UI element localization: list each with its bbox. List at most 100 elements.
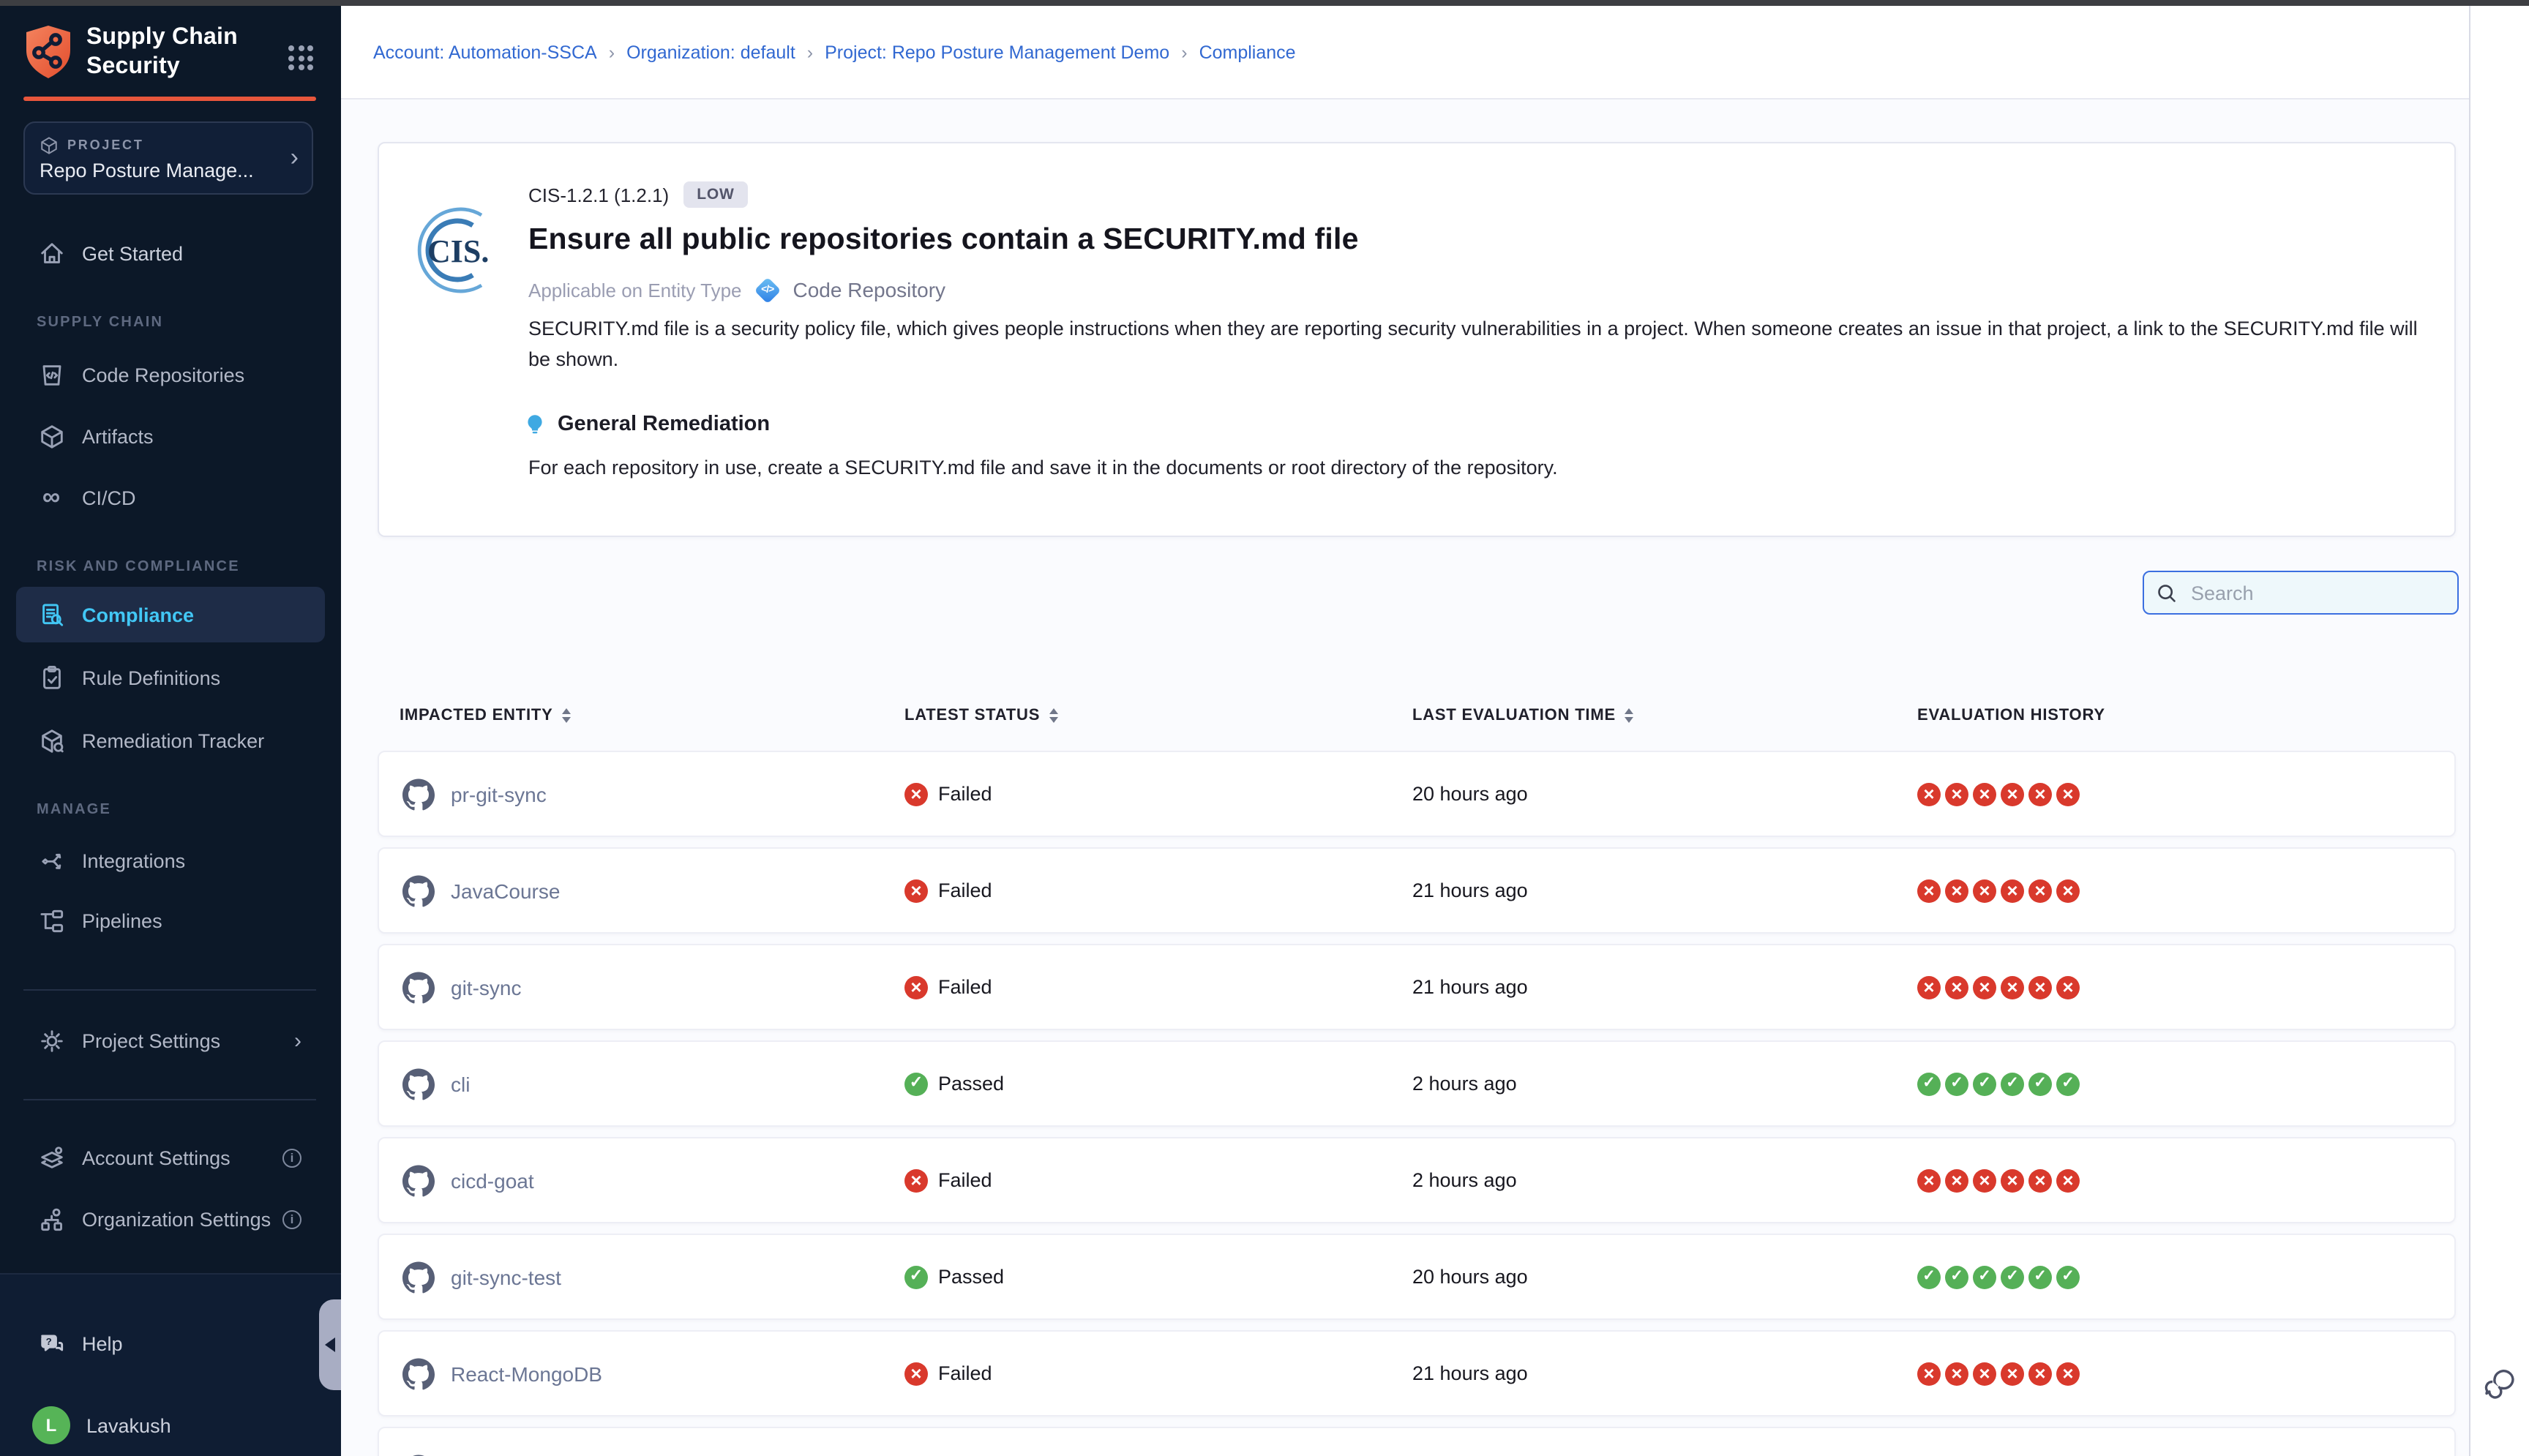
table-row[interactable]: pr-git-sync Failed 20 hours ago xyxy=(378,751,2456,837)
lightbulb-icon xyxy=(524,413,546,436)
sidebar-item-cicd[interactable]: ∞ CI/CD xyxy=(16,471,325,524)
failed-icon xyxy=(2028,1362,2052,1385)
collapse-arrow-icon xyxy=(325,1337,335,1352)
failed-icon xyxy=(1973,782,1996,806)
table-row[interactable]: React-MongoDB Failed 21 hours ago xyxy=(378,1330,2456,1416)
failed-icon xyxy=(1973,975,1996,999)
search-input[interactable] xyxy=(2188,580,2435,605)
last-evaluation-time: 21 hours ago xyxy=(1412,945,1528,1029)
entity-link[interactable]: git-sync xyxy=(451,975,521,999)
sidebar-item-compliance[interactable]: Compliance xyxy=(16,587,325,642)
rule-id: CIS-1.2.1 (1.2.1) xyxy=(528,184,669,206)
breadcrumb-organization[interactable]: Organization: default xyxy=(626,42,795,62)
rule-description: SECURITY.md file is a security policy fi… xyxy=(528,313,2425,375)
entity-link[interactable]: JavaCourse xyxy=(451,879,560,902)
info-icon[interactable]: i xyxy=(282,1148,301,1167)
failed-icon xyxy=(2001,1362,2024,1385)
sort-icon[interactable] xyxy=(562,708,571,723)
sidebar-item-pipelines[interactable]: Pipelines xyxy=(16,894,325,947)
rule-title: Ensure all public repositories contain a… xyxy=(528,222,1359,258)
entity-link[interactable]: cli xyxy=(451,1072,470,1095)
status-label: Failed xyxy=(938,976,992,998)
chevron-right-icon: › xyxy=(294,1028,301,1053)
failed-icon xyxy=(1917,1362,1941,1385)
column-header-impacted-entity[interactable]: IMPACTED ENTITY xyxy=(400,694,571,738)
svg-text:?: ? xyxy=(45,1335,51,1346)
failed-icon xyxy=(2028,1168,2052,1192)
failed-icon xyxy=(2056,1168,2080,1192)
user-menu[interactable]: L Lavakush xyxy=(16,1399,325,1452)
last-evaluation-time: 21 hours ago xyxy=(1412,849,1528,932)
info-icon[interactable]: i xyxy=(282,1209,301,1228)
sidebar-footer: ? Help L Lavakush xyxy=(0,1273,341,1456)
breadcrumb-account[interactable]: Account: Automation-SSCA xyxy=(373,42,597,62)
table-row[interactable]: git-sync-test Passed 20 hours ago xyxy=(378,1234,2456,1320)
passed-icon xyxy=(1945,1265,1968,1288)
user-name: Lavakush xyxy=(86,1414,171,1436)
passed-icon xyxy=(2028,1265,2052,1288)
entity-link[interactable]: cicd-goat xyxy=(451,1168,534,1192)
sidebar-item-artifacts[interactable]: Artifacts xyxy=(16,410,325,462)
column-header-latest-status[interactable]: LATEST STATUS xyxy=(904,694,1057,738)
failed-icon xyxy=(1973,1168,1996,1192)
sidebar-item-get-started[interactable]: Get Started xyxy=(16,227,325,279)
rule-card: CIS. CIS-1.2.1 (1.2.1) LOW Ensure all pu… xyxy=(378,142,2456,537)
failed-icon xyxy=(2056,975,2080,999)
table-row[interactable]: git-sync Failed 21 hours ago xyxy=(378,944,2456,1030)
sidebar-item-organization-settings[interactable]: Organization Settings i xyxy=(16,1193,325,1245)
failed-icon xyxy=(2056,782,2080,806)
module-switcher-icon[interactable] xyxy=(284,41,318,75)
clipboard-check-icon xyxy=(37,664,66,691)
search-icon xyxy=(2156,582,2178,604)
breadcrumb-separator: › xyxy=(609,42,615,62)
project-selector[interactable]: PROJECT Repo Posture Manage... › xyxy=(23,121,313,195)
failed-icon xyxy=(2001,782,2024,806)
compliance-document-icon xyxy=(37,601,66,628)
passed-icon xyxy=(2001,1072,2024,1095)
table-row[interactable]: Passed xyxy=(378,1427,2456,1456)
section-label-supply-chain: SUPPLY CHAIN xyxy=(37,315,163,331)
entity-link[interactable]: pr-git-sync xyxy=(451,782,547,806)
main-content: Account: Automation-SSCA › Organization:… xyxy=(341,6,2469,1456)
help-chat-icon: ? xyxy=(37,1329,66,1357)
github-icon xyxy=(402,1067,435,1100)
github-icon xyxy=(402,1164,435,1196)
passed-icon xyxy=(2056,1265,2080,1288)
sidebar-item-rule-definitions[interactable]: Rule Definitions xyxy=(16,651,325,704)
github-icon xyxy=(402,1357,435,1389)
failed-icon xyxy=(1917,1168,1941,1192)
cicd-infinity-icon: ∞ xyxy=(37,487,66,508)
github-icon xyxy=(402,971,435,1003)
table-row[interactable]: cicd-goat Failed 2 hours ago xyxy=(378,1137,2456,1223)
sidebar-item-code-repositories[interactable]: Code Repositories xyxy=(16,348,325,401)
passed-icon xyxy=(2001,1265,2024,1288)
sidebar-item-help[interactable]: ? Help xyxy=(16,1317,325,1370)
sidebar-item-account-settings[interactable]: Account Settings i xyxy=(16,1131,325,1184)
status-label: Failed xyxy=(938,879,992,901)
sidebar-item-project-settings[interactable]: Project Settings › xyxy=(16,1014,325,1067)
failed-icon xyxy=(1973,879,1996,902)
account-layers-icon xyxy=(37,1144,66,1171)
sidebar-item-remediation-tracker[interactable]: Remediation Tracker xyxy=(16,714,325,767)
sort-icon[interactable] xyxy=(1049,708,1057,723)
table-row[interactable]: JavaCourse Failed 21 hours ago xyxy=(378,847,2456,934)
column-header-last-evaluation-time[interactable]: LAST EVALUATION TIME xyxy=(1412,694,1633,738)
evaluation-history xyxy=(1917,1042,2080,1125)
entity-link[interactable]: git-sync-test xyxy=(451,1265,561,1288)
status-icon xyxy=(904,1072,928,1095)
sidebar-collapse-handle[interactable] xyxy=(319,1299,341,1390)
entity-link[interactable]: React-MongoDB xyxy=(451,1362,602,1385)
github-icon xyxy=(402,778,435,810)
breadcrumb-compliance[interactable]: Compliance xyxy=(1199,42,1296,62)
table-row[interactable]: cli Passed 2 hours ago xyxy=(378,1040,2456,1127)
table-header: IMPACTED ENTITY LATEST STATUS LAST EVALU… xyxy=(378,694,2456,738)
chevron-right-icon: › xyxy=(291,143,299,173)
support-chat-icon[interactable] xyxy=(2482,1365,2517,1408)
sort-icon[interactable] xyxy=(1625,708,1633,723)
github-icon xyxy=(402,874,435,907)
breadcrumb-project[interactable]: Project: Repo Posture Management Demo xyxy=(825,42,1169,62)
sidebar-item-integrations[interactable]: Integrations xyxy=(16,834,325,887)
failed-icon xyxy=(2056,879,2080,902)
avatar: L xyxy=(32,1406,70,1444)
evaluation-history xyxy=(1917,1138,2080,1222)
